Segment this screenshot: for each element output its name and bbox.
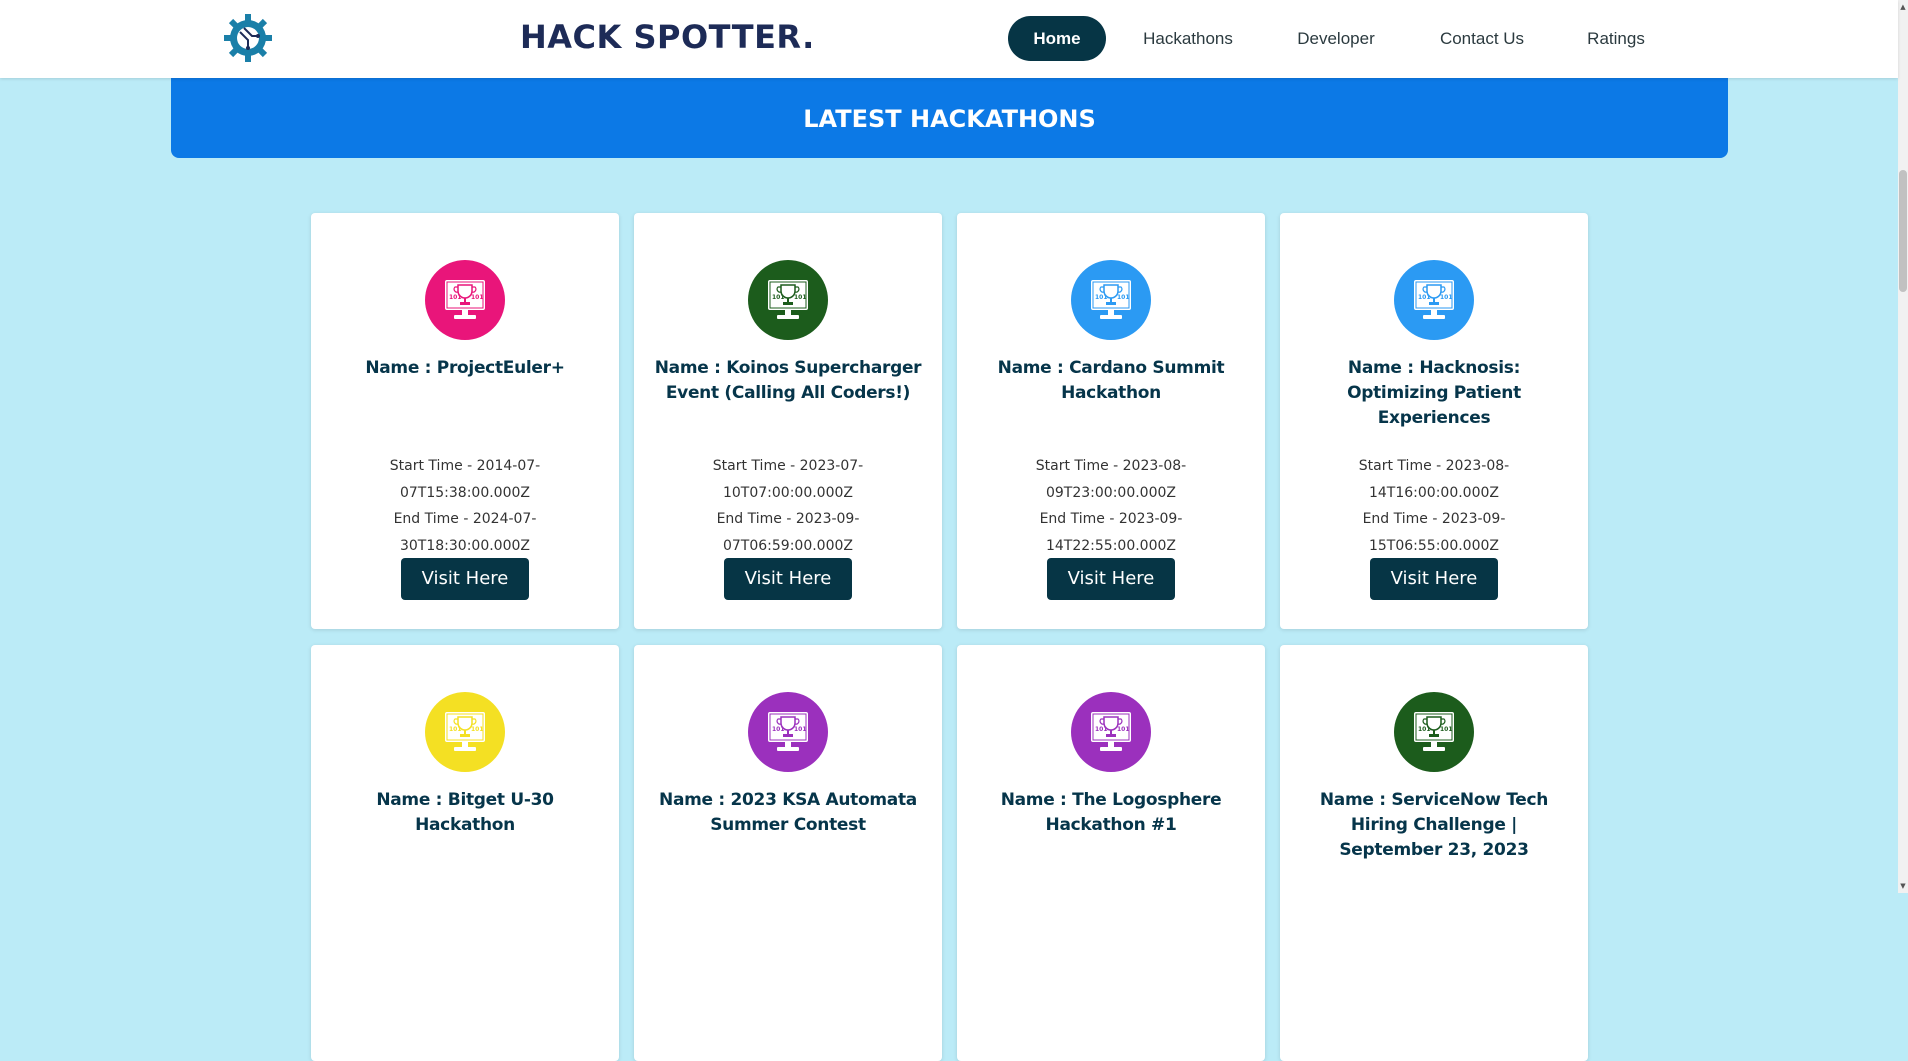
- brand-title: HACK SPOTTER.: [520, 18, 815, 56]
- trophy-monitor-icon: 101 101: [1414, 280, 1454, 319]
- svg-text:101: 101: [1117, 294, 1130, 301]
- trophy-monitor-icon: 101 101: [445, 280, 485, 319]
- page-scrollbar[interactable]: ▲ ▼: [1898, 0, 1908, 893]
- hackathon-card: 101 101 Name : Koinos Supercharger Event…: [634, 213, 942, 629]
- card-name: Name : ProjectEuler+: [365, 358, 565, 378]
- svg-text:101: 101: [772, 294, 785, 301]
- card-name: Name : Bitget U-30 Hackathon: [376, 790, 554, 835]
- card-badge: 101 101: [425, 260, 505, 340]
- card-times: Start Time - 2023-08-09T23:00:00.000Z En…: [1007, 453, 1215, 559]
- hackathon-card: 101 101 Name : ServiceNow Tech Hiring Ch…: [1280, 645, 1588, 1061]
- svg-text:101: 101: [471, 726, 484, 733]
- visit-button[interactable]: Visit Here: [724, 558, 852, 600]
- trophy-monitor-icon: 101 101: [445, 712, 485, 751]
- nav-contact-us[interactable]: Contact Us: [1424, 16, 1540, 61]
- card-badge: 101 101: [425, 692, 505, 772]
- latest-hackathons-banner: LATEST HACKATHONS: [171, 78, 1728, 158]
- trophy-monitor-icon: 101 101: [1091, 712, 1131, 751]
- trophy-monitor-icon: 101 101: [1091, 280, 1131, 319]
- hackathon-card: 101 101 Name : Hacknosis: Optimizing Pat…: [1280, 213, 1588, 629]
- card-badge: 101 101: [748, 260, 828, 340]
- svg-text:101: 101: [1418, 726, 1431, 733]
- card-name: Name : 2023 KSA Automata Summer Contest: [659, 790, 917, 835]
- visit-button[interactable]: Visit Here: [1370, 558, 1498, 600]
- nav-developer[interactable]: Developer: [1282, 16, 1390, 61]
- svg-text:101: 101: [772, 726, 785, 733]
- svg-text:101: 101: [449, 726, 462, 733]
- svg-text:101: 101: [449, 294, 462, 301]
- svg-text:101: 101: [1095, 726, 1108, 733]
- gear-logo-icon[interactable]: [222, 12, 274, 64]
- trophy-monitor-icon: 101 101: [1414, 712, 1454, 751]
- hackathon-card: 101 101 Name : 2023 KSA Automata Summer …: [634, 645, 942, 1061]
- svg-text:101: 101: [794, 726, 807, 733]
- card-times: Start Time - 2023-08-14T16:00:00.000Z En…: [1330, 453, 1538, 559]
- end-time: End Time - 2023-09-15T06:55:00.000Z: [1362, 511, 1506, 554]
- svg-text:101: 101: [1117, 726, 1130, 733]
- card-badge: 101 101: [1071, 260, 1151, 340]
- trophy-monitor-icon: 101 101: [768, 712, 808, 751]
- card-times: Start Time - 2023-07-10T07:00:00.000Z En…: [684, 453, 892, 559]
- card-badge: 101 101: [1394, 692, 1474, 772]
- svg-text:101: 101: [1440, 726, 1453, 733]
- hackathon-card: 101 101 Name : ProjectEuler+ Start Time …: [311, 213, 619, 629]
- nav-ratings[interactable]: Ratings: [1572, 16, 1660, 61]
- scroll-down-arrow-icon[interactable]: ▼: [1898, 879, 1908, 893]
- end-time: End Time - 2023-09-07T06:59:00.000Z: [716, 511, 860, 554]
- start-time: Start Time - 2023-08-09T23:00:00.000Z: [1035, 458, 1187, 501]
- svg-text:101: 101: [471, 294, 484, 301]
- start-time: Start Time - 2023-08-14T16:00:00.000Z: [1358, 458, 1510, 501]
- start-time: Start Time - 2023-07-10T07:00:00.000Z: [712, 458, 864, 501]
- svg-text:101: 101: [1095, 294, 1108, 301]
- card-name: Name : Hacknosis: Optimizing Patient Exp…: [1347, 358, 1521, 428]
- hackathon-card: 101 101 Name : The Logosphere Hackathon …: [957, 645, 1265, 1061]
- visit-button[interactable]: Visit Here: [1047, 558, 1175, 600]
- card-name: Name : Koinos Supercharger Event (Callin…: [654, 358, 922, 403]
- svg-text:101: 101: [1418, 294, 1431, 301]
- card-badge: 101 101: [748, 692, 828, 772]
- card-name: Name : ServiceNow Tech Hiring Challenge …: [1319, 790, 1549, 860]
- card-times: Start Time - 2014-07-07T15:38:00.000Z En…: [361, 453, 569, 559]
- navbar: HACK SPOTTER. Home Hackathons Developer …: [0, 0, 1898, 78]
- nav-home[interactable]: Home: [1008, 16, 1106, 61]
- visit-button[interactable]: Visit Here: [401, 558, 529, 600]
- trophy-monitor-icon: 101 101: [768, 280, 808, 319]
- end-time: End Time - 2023-09-14T22:55:00.000Z: [1039, 511, 1183, 554]
- card-badge: 101 101: [1394, 260, 1474, 340]
- start-time: Start Time - 2014-07-07T15:38:00.000Z: [389, 458, 541, 501]
- hackathon-card: 101 101 Name : Cardano Summit Hackathon …: [957, 213, 1265, 629]
- svg-text:101: 101: [794, 294, 807, 301]
- card-name: Name : The Logosphere Hackathon #1: [1000, 790, 1222, 835]
- scroll-thumb[interactable]: [1899, 170, 1907, 292]
- hackathon-card: 101 101 Name : Bitget U-30 Hackathon: [311, 645, 619, 1061]
- scroll-up-arrow-icon[interactable]: ▲: [1898, 0, 1908, 14]
- end-time: End Time - 2024-07-30T18:30:00.000Z: [393, 511, 537, 554]
- svg-text:101: 101: [1440, 294, 1453, 301]
- card-name: Name : Cardano Summit Hackathon: [997, 358, 1225, 403]
- nav-hackathons[interactable]: Hackathons: [1130, 16, 1246, 61]
- card-badge: 101 101: [1071, 692, 1151, 772]
